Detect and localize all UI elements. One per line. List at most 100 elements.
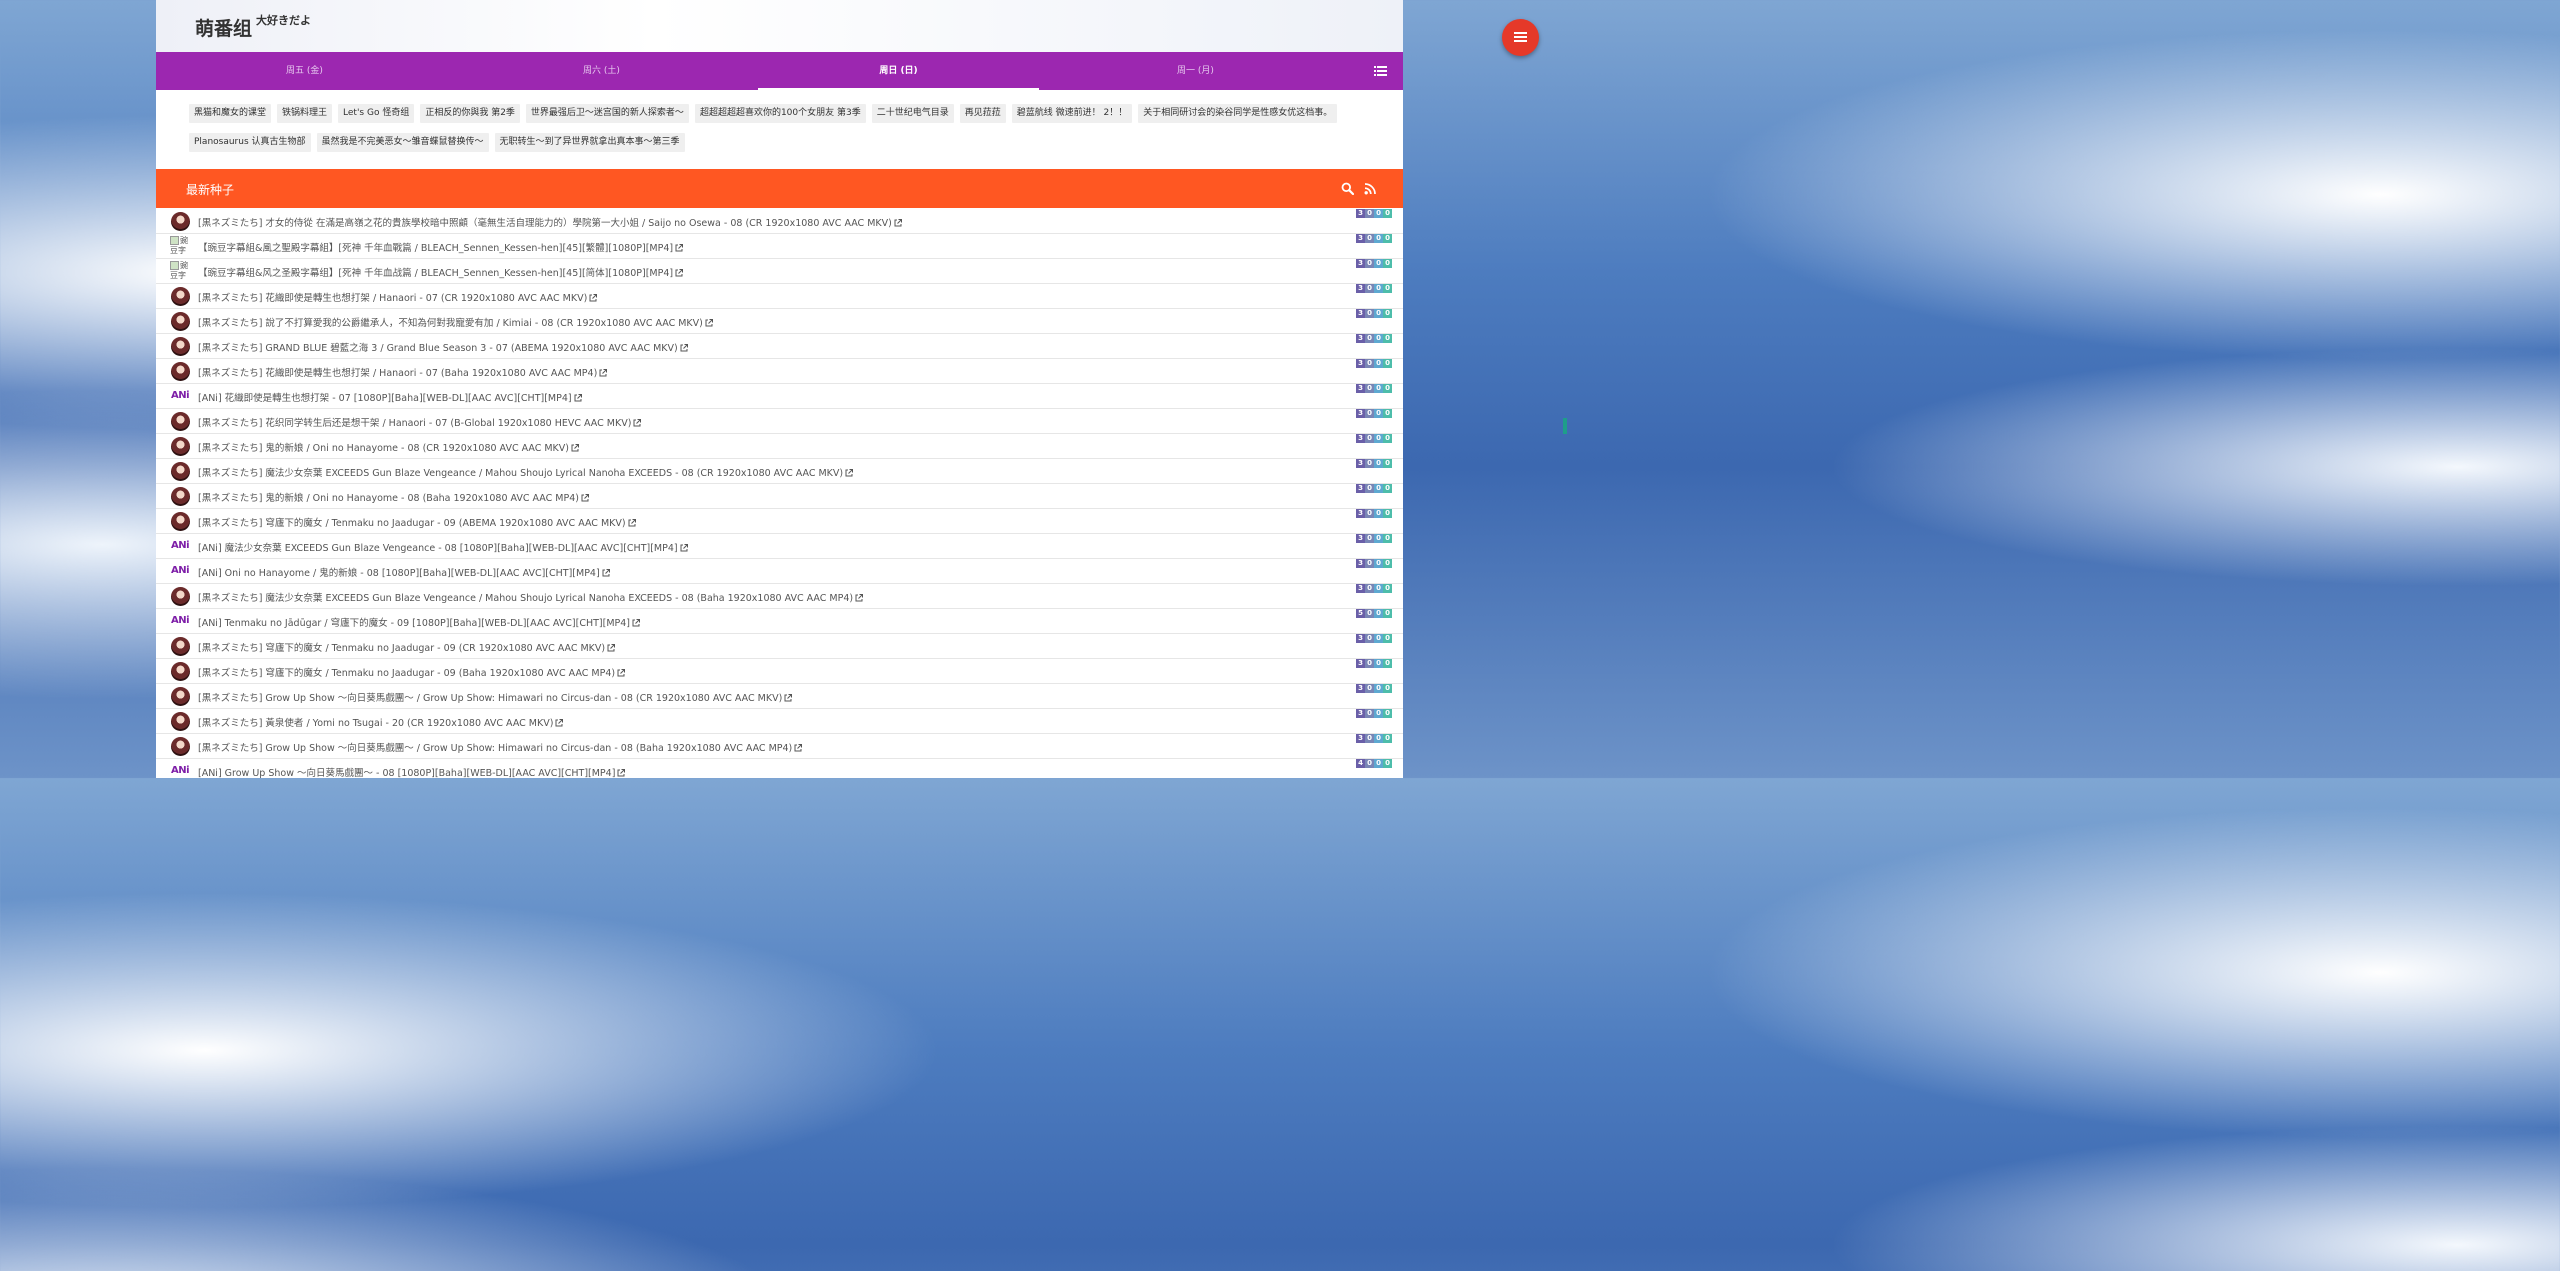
tab-friday[interactable]: 周五 (金) <box>156 52 453 90</box>
torrent-title-text[interactable]: [ANi] 花織即使是轉生也想打架 - 07 [1080P][Baha][WEB… <box>198 393 572 404</box>
torrent-title-text[interactable]: [黒ネズミたち] 魔法少女奈葉 EXCEEDS Gun Blaze Vengea… <box>198 468 843 479</box>
torrent-title[interactable]: [黒ネズミたち] 穹廬下的魔女 / Tenmaku no Jaadugar - … <box>198 640 616 654</box>
bangumi-tag[interactable]: 无职转生～到了异世界就拿出真本事～第三季 <box>494 133 685 152</box>
torrent-row[interactable]: [黒ネズミたち] GRAND BLUE 碧藍之海 3 / Grand Blue … <box>156 334 1403 359</box>
external-link-icon[interactable] <box>680 344 688 352</box>
torrent-title[interactable]: [ANi] Tenmaku no Jādūgar / 穹廬下的魔女 - 09 [… <box>198 615 640 629</box>
external-link-icon[interactable] <box>855 594 864 602</box>
torrent-row[interactable]: ANi [ANi] 花織即使是轉生也想打架 - 07 [1080P][Baha][… <box>156 384 1403 409</box>
torrent-row[interactable]: [黒ネズミたち] 穹廬下的魔女 / Tenmaku no Jaadugar - … <box>156 659 1403 684</box>
torrent-title-text[interactable]: [黒ネズミたち] 魔法少女奈葉 EXCEEDS Gun Blaze Vengea… <box>198 593 853 604</box>
external-link-icon[interactable] <box>617 669 626 677</box>
torrent-title[interactable]: [黒ネズミたち] 穹廬下的魔女 / Tenmaku no Jaadugar - … <box>198 515 636 529</box>
torrent-row[interactable]: ANi [ANi] Oni no Hanayome / 鬼的新娘 - 08 [10… <box>156 559 1403 584</box>
torrent-title[interactable]: [黒ネズミたち] 魔法少女奈葉 EXCEEDS Gun Blaze Vengea… <box>198 590 864 604</box>
external-link-icon[interactable] <box>784 694 793 702</box>
search-icon[interactable] <box>1341 182 1354 195</box>
external-link-icon[interactable] <box>894 219 902 227</box>
torrent-title-text[interactable]: [黒ネズミたち] 鬼的新娘 / Oni no Hanayome - 08 (CR… <box>198 443 569 454</box>
torrent-row[interactable]: [黒ネズミたち] 花織即使是轉生也想打架 / Hanaori - 07 (Bah… <box>156 359 1403 384</box>
bangumi-tag[interactable]: 黑猫和魔女的课堂 <box>189 104 272 123</box>
torrent-title-text[interactable]: [黒ネズミたち] 花織即使是轉生也想打架 / Hanaori - 07 (Bah… <box>198 368 597 379</box>
external-link-icon[interactable] <box>571 444 579 452</box>
torrent-row[interactable]: 豌豆字 【豌豆字幕組&風之聖殿字幕組】[死神 千年血戰篇 / BLEACH_Sen… <box>156 234 1403 259</box>
external-link-icon[interactable] <box>705 319 713 327</box>
external-link-icon[interactable] <box>632 619 640 627</box>
external-link-icon[interactable] <box>599 369 608 377</box>
torrent-title[interactable]: [ANi] 魔法少女奈葉 EXCEEDS Gun Blaze Vengeance… <box>198 540 688 554</box>
torrent-row[interactable]: ANi [ANi] Grow Up Show ～向日葵馬戲團～ - 08 [108… <box>156 759 1403 778</box>
bangumi-tag[interactable]: 再见菈菈 <box>959 104 1006 123</box>
rss-icon[interactable] <box>1364 182 1377 195</box>
torrent-title[interactable]: [ANi] 花織即使是轉生也想打架 - 07 [1080P][Baha][WEB… <box>198 390 582 404</box>
bangumi-tag[interactable]: 超超超超超喜欢你的100个女朋友 第3季 <box>694 104 866 123</box>
bangumi-tag[interactable]: Let's Go 怪奇组 <box>338 104 415 123</box>
torrent-title-text[interactable]: [黒ネズミたち] 穹廬下的魔女 / Tenmaku no Jaadugar - … <box>198 668 615 679</box>
torrent-title[interactable]: [黒ネズミたち] 鬼的新娘 / Oni no Hanayome - 08 (CR… <box>198 440 579 454</box>
torrent-title[interactable]: [黒ネズミたち] GRAND BLUE 碧藍之海 3 / Grand Blue … <box>198 340 688 354</box>
torrent-row[interactable]: [黒ネズミたち] 才女的侍從 在滿是高嶺之花的貴族學校暗中照顧（毫無生活自理能力… <box>156 209 1403 234</box>
torrent-title[interactable]: 【豌豆字幕组&风之圣殿字幕组】[死神 千年血战篇 / BLEACH_Sennen… <box>198 265 684 279</box>
torrent-row[interactable]: ANi [ANi] Tenmaku no Jādūgar / 穹廬下的魔女 - 0… <box>156 609 1403 634</box>
torrent-row[interactable]: [黒ネズミたち] 鬼的新娘 / Oni no Hanayome - 08 (Ba… <box>156 484 1403 509</box>
torrent-row[interactable]: [黒ネズミたち] 魔法少女奈葉 EXCEEDS Gun Blaze Vengea… <box>156 459 1403 484</box>
torrent-title-text[interactable]: [ANi] 魔法少女奈葉 EXCEEDS Gun Blaze Vengeance… <box>198 543 678 554</box>
external-link-icon[interactable] <box>607 644 616 652</box>
tab-saturday[interactable]: 周六 (土) <box>453 52 750 90</box>
torrent-title-text[interactable]: [黒ネズミたち] 才女的侍從 在滿是高嶺之花的貴族學校暗中照顧（毫無生活自理能力… <box>198 218 892 229</box>
bangumi-tag[interactable]: 二十世纪电气目录 <box>871 104 954 123</box>
external-link-icon[interactable] <box>675 244 684 252</box>
torrent-title-text[interactable]: [ANi] Oni no Hanayome / 鬼的新娘 - 08 [1080P… <box>198 568 600 579</box>
torrent-title-text[interactable]: [黒ネズミたち] 花織即使是轉生也想打架 / Hanaori - 07 (CR … <box>198 293 587 304</box>
torrent-title[interactable]: [ANi] Grow Up Show ～向日葵馬戲團～ - 08 [1080P]… <box>198 765 626 778</box>
external-link-icon[interactable] <box>675 269 684 277</box>
bangumi-tag[interactable]: 关于相同研讨会的染谷同学是性感女优这档事。 <box>1138 104 1338 123</box>
torrent-title-text[interactable]: [黒ネズミたち] 穹廬下的魔女 / Tenmaku no Jaadugar - … <box>198 643 605 654</box>
torrent-row[interactable]: ANi [ANi] 魔法少女奈葉 EXCEEDS Gun Blaze Vengea… <box>156 534 1403 559</box>
torrent-title-text[interactable]: [黒ネズミたち] 黃泉使者 / Yomi no Tsugai - 20 (CR … <box>198 718 553 729</box>
torrent-title[interactable]: [黒ネズミたち] 鬼的新娘 / Oni no Hanayome - 08 (Ba… <box>198 490 589 504</box>
bangumi-tag[interactable]: 碧蓝航线 微速前进！ 2！！ <box>1011 104 1133 123</box>
torrent-title[interactable]: [黒ネズミたち] 黃泉使者 / Yomi no Tsugai - 20 (CR … <box>198 715 564 729</box>
torrent-title-text[interactable]: [ANi] Grow Up Show ～向日葵馬戲團～ - 08 [1080P]… <box>198 768 615 778</box>
bangumi-tag[interactable]: Planosaurus 认真古生物部 <box>189 133 311 152</box>
torrent-row[interactable]: [黒ネズミたち] 穹廬下的魔女 / Tenmaku no Jaadugar - … <box>156 634 1403 659</box>
external-link-icon[interactable] <box>602 569 610 577</box>
torrent-row[interactable]: [黒ネズミたち] 魔法少女奈葉 EXCEEDS Gun Blaze Vengea… <box>156 584 1403 609</box>
torrent-title[interactable]: [黒ネズミたち] 說了不打算愛我的公爵繼承人，不知為何對我寵愛有加 / Kimi… <box>198 315 713 329</box>
bangumi-tag[interactable]: 正相反的你與我 第2季 <box>420 104 520 123</box>
torrent-title[interactable]: [黒ネズミたち] 才女的侍從 在滿是高嶺之花的貴族學校暗中照顧（毫無生活自理能力… <box>198 215 902 229</box>
external-link-icon[interactable] <box>845 469 854 477</box>
external-link-icon[interactable] <box>589 294 598 302</box>
bangumi-tag[interactable]: 世界最强后卫～迷宫国的新人探索者～ <box>525 104 689 123</box>
torrent-title[interactable]: 【豌豆字幕組&風之聖殿字幕組】[死神 千年血戰篇 / BLEACH_Sennen… <box>198 240 684 254</box>
torrent-title[interactable]: [ANi] Oni no Hanayome / 鬼的新娘 - 08 [1080P… <box>198 565 610 579</box>
list-icon[interactable] <box>1374 65 1387 77</box>
external-link-icon[interactable] <box>555 719 564 727</box>
torrent-title-text[interactable]: [黒ネズミたち] Grow Up Show ～向日葵馬戲團～ / Grow Up… <box>198 743 792 754</box>
site-logo[interactable]: 萌番组 <box>195 14 252 41</box>
torrent-title[interactable]: [黒ネズミたち] Grow Up Show ～向日葵馬戲團～ / Grow Up… <box>198 740 803 754</box>
torrent-title[interactable]: [黒ネズミたち] 花織即使是轉生也想打架 / Hanaori - 07 (CR … <box>198 290 598 304</box>
torrent-row[interactable]: [黒ネズミたち] Grow Up Show ～向日葵馬戲團～ / Grow Up… <box>156 734 1403 759</box>
torrent-row[interactable]: [黒ネズミたち] 花織即使是轉生也想打架 / Hanaori - 07 (CR … <box>156 284 1403 309</box>
torrent-title-text[interactable]: [黒ネズミたち] 鬼的新娘 / Oni no Hanayome - 08 (Ba… <box>198 493 579 504</box>
torrent-title-text[interactable]: [黒ネズミたち] 穹廬下的魔女 / Tenmaku no Jaadugar - … <box>198 518 626 529</box>
external-link-icon[interactable] <box>581 494 589 502</box>
torrent-title-text[interactable]: [黒ネズミたち] 說了不打算愛我的公爵繼承人，不知為何對我寵愛有加 / Kimi… <box>198 318 703 329</box>
torrent-row[interactable]: 豌豆字 【豌豆字幕组&风之圣殿字幕组】[死神 千年血战篇 / BLEACH_Sen… <box>156 259 1403 284</box>
menu-button[interactable] <box>1502 19 1539 56</box>
torrent-title-text[interactable]: [黒ネズミたち] GRAND BLUE 碧藍之海 3 / Grand Blue … <box>198 343 678 354</box>
torrent-title[interactable]: [黒ネズミたち] 花織即使是轉生也想打架 / Hanaori - 07 (Bah… <box>198 365 608 379</box>
torrent-row[interactable]: [黒ネズミたち] 說了不打算愛我的公爵繼承人，不知為何對我寵愛有加 / Kimi… <box>156 309 1403 334</box>
bangumi-tag[interactable]: 虽然我是不完美恶女～雏音蝶鼠替换传～ <box>316 133 489 152</box>
external-link-icon[interactable] <box>617 769 626 777</box>
torrent-row[interactable]: [黒ネズミたち] Grow Up Show ～向日葵馬戲團～ / Grow Up… <box>156 684 1403 709</box>
torrent-title-text[interactable]: 【豌豆字幕组&风之圣殿字幕组】[死神 千年血战篇 / BLEACH_Sennen… <box>198 268 673 279</box>
torrent-title-text[interactable]: [黒ネズミたち] Grow Up Show ～向日葵馬戲團～ / Grow Up… <box>198 693 782 704</box>
torrent-row[interactable]: [黒ネズミたち] 鬼的新娘 / Oni no Hanayome - 08 (CR… <box>156 434 1403 459</box>
torrent-row[interactable]: [黒ネズミたち] 花织同学转生后还是想干架 / Hanaori - 07 (B-… <box>156 409 1403 434</box>
torrent-title-text[interactable]: [黒ネズミたち] 花织同学转生后还是想干架 / Hanaori - 07 (B-… <box>198 418 631 429</box>
torrent-title[interactable]: [黒ネズミたち] 穹廬下的魔女 / Tenmaku no Jaadugar - … <box>198 665 626 679</box>
tab-sunday[interactable]: 周日 (日) <box>750 52 1047 90</box>
